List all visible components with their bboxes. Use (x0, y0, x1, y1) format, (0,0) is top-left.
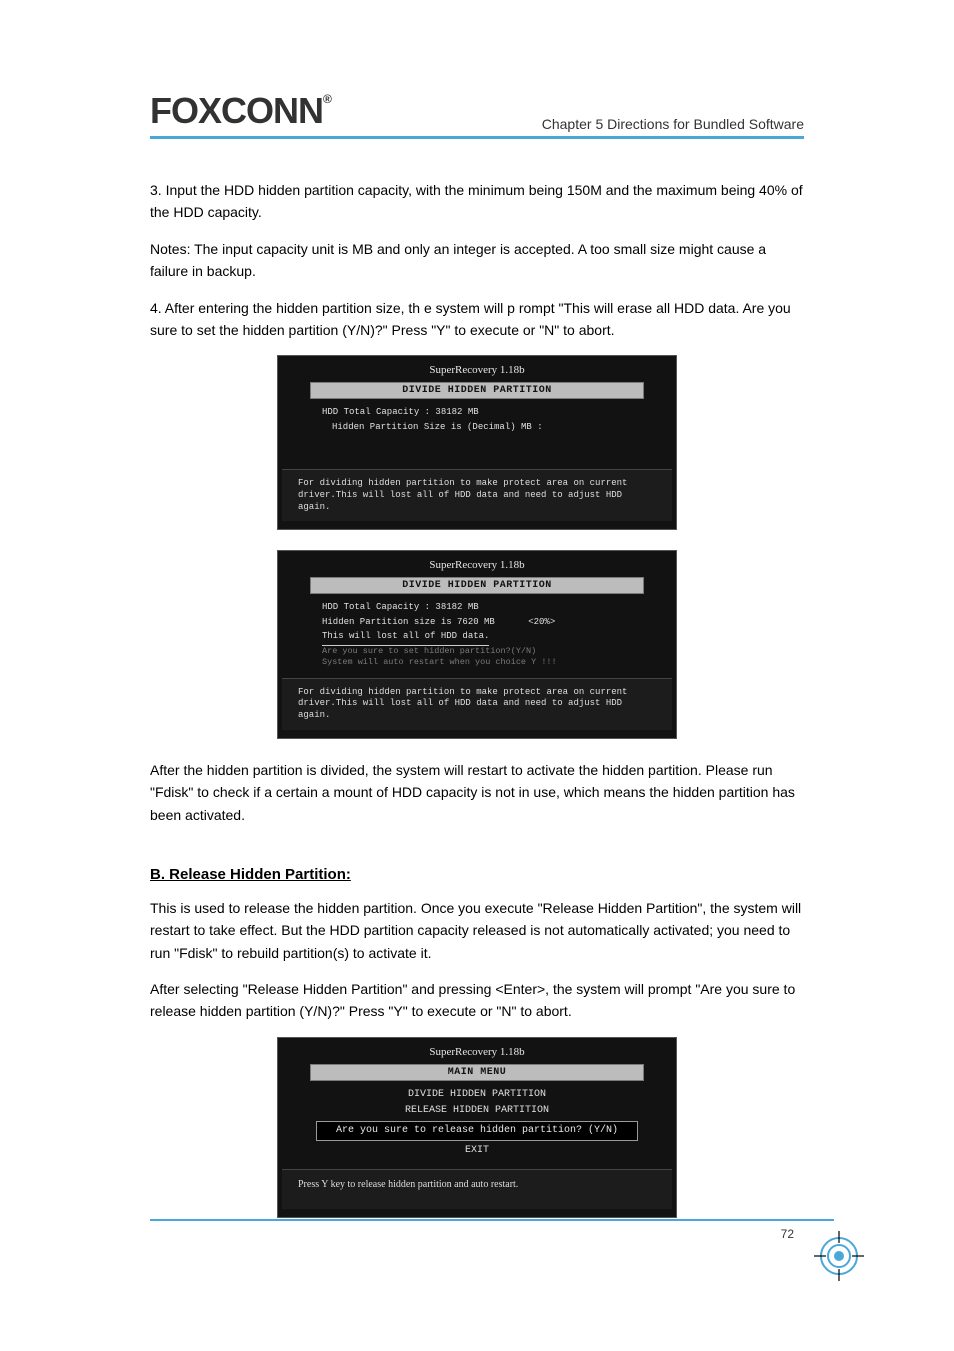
ss2-capacity-line: HDD Total Capacity : 38182 MB (322, 600, 632, 614)
ss2-warn-line: This will lost all of HDD data. (322, 629, 489, 645)
crop-mark-target-icon (814, 1231, 864, 1281)
section-b-heading: B. Release Hidden Partition: (150, 866, 804, 883)
screenshot-divide-confirm: SuperRecovery 1.18b DIVIDE HIDDEN PARTIT… (277, 550, 677, 738)
ss3-confirm-prompt: Are you sure to release hidden partition… (316, 1121, 638, 1141)
ss3-menu-divide: DIVIDE HIDDEN PARTITION (282, 1087, 672, 1103)
ss1-body: HDD Total Capacity : 38182 MB Hidden Par… (282, 399, 672, 469)
ss2-title: SuperRecovery 1.18b (282, 555, 672, 577)
ss2-bottom-hint: For dividing hidden partition to make pr… (282, 678, 672, 730)
ss3-menu-release: RELEASE HIDDEN PARTITION (282, 1103, 672, 1119)
section-b-p1: This is used to release the hidden parti… (150, 897, 804, 964)
ss3-menu: DIVIDE HIDDEN PARTITION RELEASE HIDDEN P… (282, 1081, 672, 1169)
ss2-restart-line: System will auto restart when you choice… (322, 657, 632, 668)
page-header: FOXCONN® Chapter 5 Directions for Bundle… (150, 90, 804, 139)
page-number: 72 (781, 1227, 794, 1241)
chapter-title: Chapter 5 Directions for Bundled Softwar… (542, 116, 804, 132)
footer-divider (150, 1219, 834, 1221)
ss2-body: HDD Total Capacity : 38182 MB Hidden Par… (282, 594, 672, 677)
logo-registered-mark: ® (323, 92, 331, 106)
ss1-title: SuperRecovery 1.18b (282, 360, 672, 382)
ss3-title: SuperRecovery 1.18b (282, 1042, 672, 1064)
ss1-bottom-hint: For dividing hidden partition to make pr… (282, 469, 672, 521)
ss1-panel-header: DIVIDE HIDDEN PARTITION (310, 382, 644, 399)
ss2-size-row: Hidden Partition size is 7620 MB <20%> (322, 615, 632, 629)
document-page: FOXCONN® Chapter 5 Directions for Bundle… (0, 0, 954, 1298)
screenshot-release-menu: SuperRecovery 1.18b MAIN MENU DIVIDE HID… (277, 1037, 677, 1218)
ss3-panel-header: MAIN MENU (310, 1064, 644, 1081)
paragraph-after-divide: After the hidden partition is divided, t… (150, 759, 804, 826)
ss3-bottom-hint: Press Y key to release hidden partition … (282, 1169, 672, 1209)
ss1-size-prompt: Hidden Partition Size is (Decimal) MB : (332, 420, 632, 434)
screenshot-divide-input: SuperRecovery 1.18b DIVIDE HIDDEN PARTIT… (277, 355, 677, 530)
ss2-confirm-line: Are you sure to set hidden partition?(Y/… (322, 646, 632, 657)
ss2-size-line: Hidden Partition size is 7620 MB (322, 617, 495, 627)
paragraph-step4: 4. After entering the hidden partition s… (150, 297, 804, 342)
foxconn-logo: FOXCONN® (150, 90, 331, 132)
ss2-percent: <20%> (528, 615, 555, 629)
section-b-p2: After selecting "Release Hidden Partitio… (150, 978, 804, 1023)
ss1-capacity-line: HDD Total Capacity : 38182 MB (322, 405, 632, 419)
paragraph-step3: 3. Input the HDD hidden partition capaci… (150, 179, 804, 224)
logo-text: FOXCONN (150, 90, 323, 131)
paragraph-notes: Notes: The input capacity unit is MB and… (150, 238, 804, 283)
ss3-menu-exit: EXIT (282, 1143, 672, 1159)
ss2-panel-header: DIVIDE HIDDEN PARTITION (310, 577, 644, 594)
